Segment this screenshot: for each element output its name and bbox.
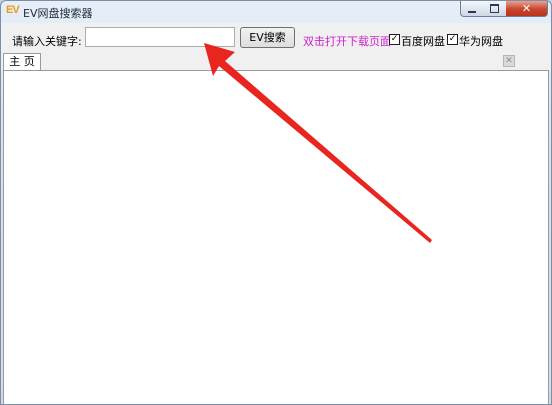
huawei-pan-label[interactable]: 华为网盘 (459, 33, 503, 49)
results-pane[interactable] (3, 70, 549, 404)
baidu-pan-label[interactable]: 百度网盘 (401, 33, 445, 49)
ev-search-button[interactable]: EV搜索 (240, 27, 295, 48)
minimize-button[interactable] (460, 1, 484, 17)
keyword-label: 请输入关键字: (12, 35, 82, 48)
tab-home[interactable]: 主 页 (3, 53, 41, 70)
app-window: EV EV网盘搜索器 ✕ 请输入关键字: EV搜索 双击打开下载页面 ✓ 百度网… (0, 0, 552, 405)
window-title: EV网盘搜索器 (23, 7, 93, 20)
title-bar[interactable]: EV EV网盘搜索器 ✕ (1, 1, 551, 23)
minimize-icon (468, 10, 476, 13)
search-toolbar: 请输入关键字: EV搜索 双击打开下载页面 ✓ 百度网盘 ✓ 华为网盘 (1, 23, 551, 53)
tab-strip: 主 页 ✕ (1, 53, 551, 70)
tab-close-button[interactable]: ✕ (503, 55, 515, 67)
baidu-pan-checkbox[interactable]: ✓ (389, 34, 400, 45)
ev-logo-icon: EV (6, 4, 20, 16)
keyword-input[interactable] (85, 27, 235, 47)
huawei-pan-checkbox[interactable]: ✓ (447, 34, 458, 45)
double-click-hint: 双击打开下载页面 (303, 35, 391, 48)
maximize-button[interactable] (483, 1, 507, 17)
close-button[interactable]: ✕ (506, 1, 548, 17)
close-icon: ✕ (521, 2, 532, 15)
maximize-icon (490, 4, 499, 13)
